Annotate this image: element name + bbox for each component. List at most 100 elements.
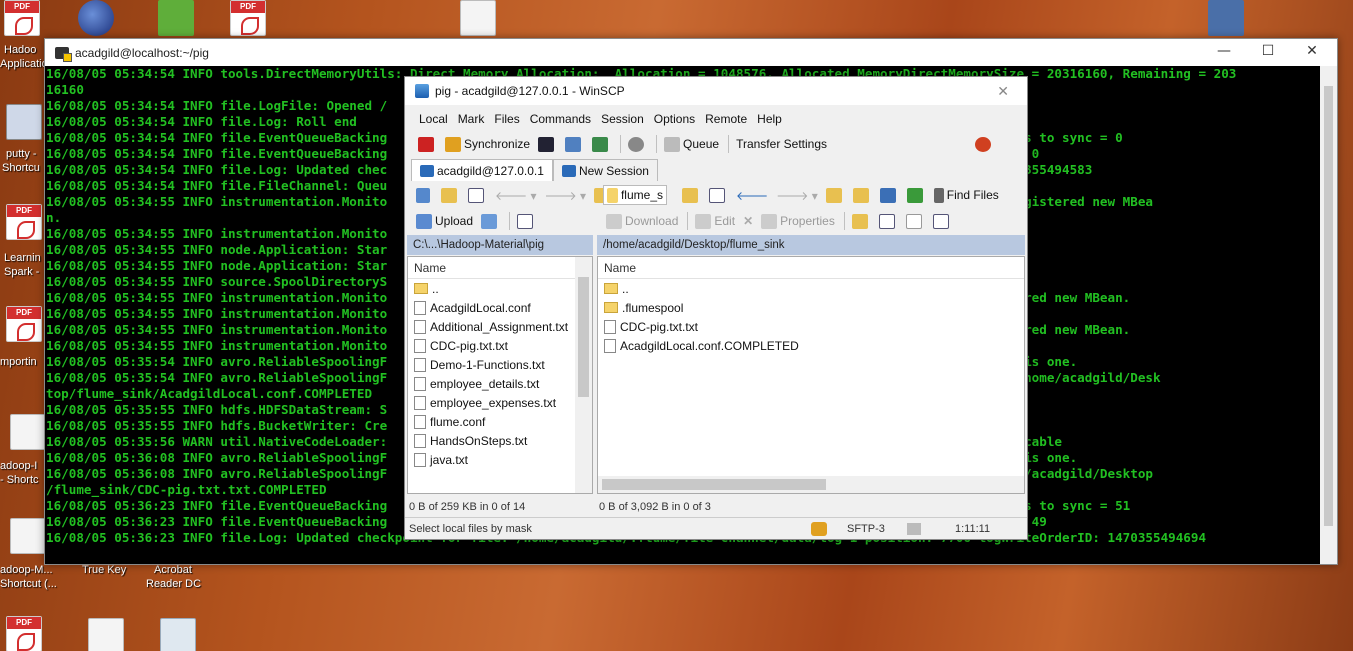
menu-remote[interactable]: Remote: [705, 112, 747, 126]
file-list-item[interactable]: CDC-pig.txt.txt: [408, 336, 592, 355]
pdf-file-icon[interactable]: [6, 306, 42, 342]
edit-label: Edit: [714, 214, 736, 228]
remote-back-button[interactable]: 🡐: [733, 185, 771, 205]
putty-button[interactable]: [562, 134, 587, 154]
local-file-list[interactable]: .. AcadgildLocal.conf Additional_Assignmen…: [408, 279, 592, 469]
app-icon[interactable]: [158, 0, 194, 36]
find-files-label: Find Files: [946, 188, 999, 202]
file-list-item[interactable]: ..: [408, 279, 592, 298]
terminal-scrollbar[interactable]: [1320, 66, 1337, 564]
refresh-button[interactable]: [589, 134, 614, 154]
local-edit-button[interactable]: [478, 211, 503, 231]
find-files-button[interactable]: Find Files: [931, 185, 1002, 205]
new-folder-button[interactable]: [849, 211, 874, 231]
local-path[interactable]: C:\...\Hadoop-Material\pig: [407, 235, 593, 255]
queue-button[interactable]: Queue: [661, 134, 722, 154]
download-button[interactable]: Download: [603, 211, 681, 231]
maximize-button[interactable]: ☐: [1257, 43, 1279, 63]
scrollbar-thumb[interactable]: [602, 479, 826, 490]
file-list-item[interactable]: Additional_Assignment.txt: [408, 317, 592, 336]
local-filter-button[interactable]: [465, 185, 490, 205]
tab-new-session[interactable]: New Session: [552, 159, 658, 181]
menu-help[interactable]: Help: [757, 112, 782, 126]
file-list-item[interactable]: flume.conf: [408, 412, 592, 431]
edit-button[interactable]: Edit: [692, 211, 738, 231]
remote-home-button[interactable]: [877, 185, 902, 205]
remote-directory-combo[interactable]: flume_s: [603, 185, 667, 205]
file-list-item[interactable]: AcadgildLocal.conf.COMPLETED: [598, 336, 1024, 355]
remote-name-column-header[interactable]: Name: [598, 257, 1024, 279]
pdf-file-icon[interactable]: [230, 0, 266, 36]
menu-files[interactable]: Files: [494, 112, 519, 126]
transfer-settings-button[interactable]: Transfer Settings: [733, 134, 830, 154]
local-drive-button[interactable]: [413, 185, 436, 205]
document-icon[interactable]: [460, 0, 496, 36]
drive-icon: [416, 187, 430, 203]
local-open-folder-button[interactable]: [438, 185, 463, 205]
remote-scrollbar[interactable]: [598, 476, 1024, 493]
winscp-window[interactable]: pig - acadgild@127.0.0.1 - WinSCP ✕ Loca…: [404, 76, 1028, 540]
recycle-bin-icon[interactable]: [160, 618, 196, 651]
preferences-button[interactable]: [625, 134, 650, 154]
local-file-panel[interactable]: Name .. AcadgildLocal.conf Additional_Assi…: [407, 256, 593, 494]
close-icon[interactable]: ✕: [997, 83, 1009, 100]
file-list-item[interactable]: Demo-1-Functions.txt: [408, 355, 592, 374]
remote-path[interactable]: /home/acadgild/Desktop/flume_sink: [597, 235, 1025, 255]
local-back-button[interactable]: 🡐 ▾: [492, 185, 540, 205]
pdf-file-icon[interactable]: [6, 204, 42, 240]
local-scrollbar[interactable]: [575, 257, 592, 493]
local-new-button[interactable]: [514, 211, 539, 231]
delete-button[interactable]: ✕: [740, 211, 756, 231]
local-name-column-header[interactable]: Name: [408, 257, 592, 279]
tab-session[interactable]: acadgild@127.0.0.1: [411, 159, 553, 181]
eclipse-icon[interactable]: [78, 0, 114, 36]
file-list-item[interactable]: .flumespool: [598, 298, 1024, 317]
properties-button[interactable]: Properties: [758, 211, 838, 231]
file-list-item[interactable]: employee_expenses.txt: [408, 393, 592, 412]
file-list-item[interactable]: java.txt: [408, 450, 592, 469]
local-forward-button[interactable]: 🡒 ▾: [542, 185, 590, 205]
close-button[interactable]: ✕: [1301, 43, 1323, 63]
winscp-titlebar[interactable]: pig - acadgild@127.0.0.1 - WinSCP ✕: [405, 77, 1027, 105]
compare-button[interactable]: [415, 134, 440, 154]
terminal-titlebar[interactable]: acadgild@localhost:~/pig: [45, 39, 1337, 66]
filter-button[interactable]: [930, 211, 955, 231]
collapse-button[interactable]: [903, 211, 928, 231]
virtualbox-icon[interactable]: [1208, 0, 1244, 36]
synchronize-button[interactable]: Synchronize: [442, 134, 533, 154]
file-list-item[interactable]: employee_details.txt: [408, 374, 592, 393]
menu-mark[interactable]: Mark: [458, 112, 485, 126]
scrollbar-thumb[interactable]: [1324, 86, 1333, 526]
minimize-button[interactable]: —: [1213, 43, 1235, 63]
file-list-item[interactable]: AcadgildLocal.conf: [408, 298, 592, 317]
menu-commands[interactable]: Commands: [530, 112, 591, 126]
document-icon[interactable]: [88, 618, 124, 651]
document-icon[interactable]: [10, 414, 46, 450]
console-button[interactable]: [535, 134, 560, 154]
menu-local[interactable]: Local: [419, 112, 448, 126]
remote-new-button[interactable]: [876, 211, 901, 231]
remote-parent-button[interactable]: [823, 185, 848, 205]
remote-file-list[interactable]: .. .flumespool CDC-pig.txt.txt AcadgildLoca…: [598, 279, 1024, 355]
file-list-item[interactable]: ..: [598, 279, 1024, 298]
pdf-file-icon[interactable]: [4, 0, 40, 36]
file-list-item[interactable]: HandsOnSteps.txt: [408, 431, 592, 450]
remote-filter-button[interactable]: [706, 185, 731, 205]
filter-icon: [468, 187, 484, 203]
disconnect-button[interactable]: [972, 134, 997, 154]
remote-forward-button[interactable]: 🡒 ▾: [773, 185, 821, 205]
remote-file-panel[interactable]: Name .. .flumespool CDC-pig.txt.txt Acadgil…: [597, 256, 1025, 494]
document-icon[interactable]: [10, 518, 46, 554]
pdf-file-icon[interactable]: [6, 616, 42, 651]
scrollbar-thumb[interactable]: [578, 277, 589, 397]
putty-icon[interactable]: [6, 104, 42, 140]
remote-open-folder-button[interactable]: [679, 185, 704, 205]
upload-button[interactable]: Upload: [413, 211, 476, 231]
connection-icon: [907, 522, 921, 535]
file-name: Demo-1-Functions.txt: [430, 357, 545, 372]
menu-session[interactable]: Session: [601, 112, 644, 126]
remote-root-button[interactable]: [850, 185, 875, 205]
file-list-item[interactable]: CDC-pig.txt.txt: [598, 317, 1024, 336]
menu-options[interactable]: Options: [654, 112, 695, 126]
remote-refresh-button[interactable]: [904, 185, 929, 205]
